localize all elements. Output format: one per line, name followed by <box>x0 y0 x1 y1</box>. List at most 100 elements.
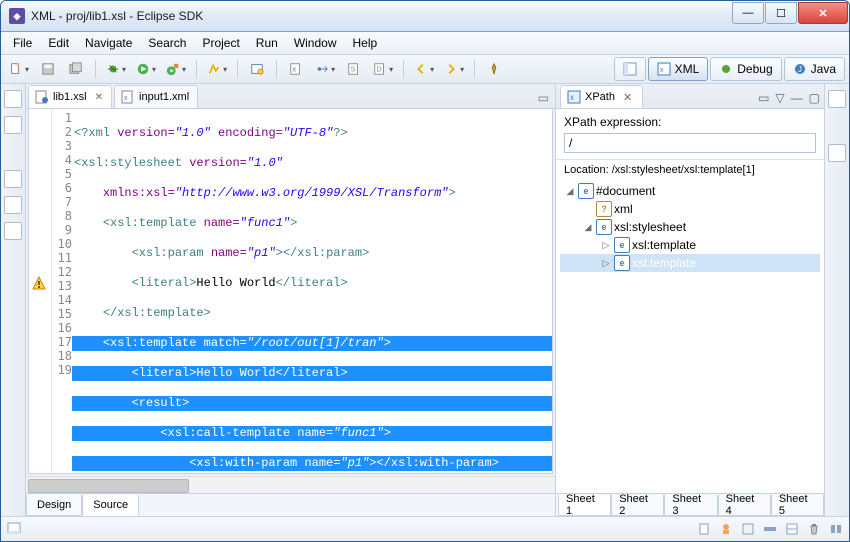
save-all-button[interactable] <box>63 58 89 80</box>
perspective-java[interactable]: JJava <box>784 57 845 81</box>
xpath-location: Location: /xsl:stylesheet/xsl:template[1… <box>556 160 824 180</box>
status-icon-2[interactable] <box>719 522 733 536</box>
run-button[interactable] <box>132 58 160 80</box>
menu-edit[interactable]: Edit <box>40 34 77 52</box>
sheet-tab-5[interactable]: Sheet 5 <box>771 495 824 516</box>
perspective-xml[interactable]: xXML <box>648 57 709 81</box>
maximize-editor-icon[interactable]: ▭ <box>538 91 549 105</box>
collapse-icon[interactable]: ◢ <box>564 186 576 197</box>
menu-file[interactable]: File <box>5 34 40 52</box>
status-icon-1[interactable] <box>697 522 711 536</box>
status-icon-4[interactable] <box>763 522 777 536</box>
tree-node-template-2[interactable]: ▷ e xsl:template <box>560 254 820 272</box>
status-icon-5[interactable] <box>785 522 799 536</box>
collapse-icon[interactable]: ◢ <box>582 222 594 233</box>
dtd-tool-button[interactable]: D <box>369 58 397 80</box>
menu-run[interactable]: Run <box>248 34 286 52</box>
design-tab[interactable]: Design <box>26 495 82 516</box>
pin-button[interactable] <box>481 58 507 80</box>
source-tab[interactable]: Source <box>82 495 139 516</box>
xpath-view-tab[interactable]: x XPath ✕ <box>560 85 643 108</box>
menu-navigate[interactable]: Navigate <box>77 34 140 52</box>
status-bar <box>1 516 849 541</box>
external-tools-button[interactable] <box>162 58 190 80</box>
element-icon: e <box>596 219 612 235</box>
warning-icon <box>32 276 46 290</box>
xpath-view-title: XPath <box>585 91 615 103</box>
tree-node-stylesheet[interactable]: ◢ e xsl:stylesheet <box>560 218 820 236</box>
stylesheets-icon[interactable] <box>4 222 22 240</box>
menu-help[interactable]: Help <box>345 34 386 52</box>
sheet-tab-4[interactable]: Sheet 4 <box>718 495 771 516</box>
location-value: /xsl:stylesheet/xsl:template[1] <box>612 164 755 176</box>
debug-button[interactable] <box>102 58 130 80</box>
xpath-tabstrip: x XPath ✕ ▭ ▽ — ▢ <box>556 84 824 109</box>
sheet-tab-3[interactable]: Sheet 3 <box>664 495 717 516</box>
view-toolbar: ▭ ▽ — ▢ <box>758 91 820 108</box>
editor: 12345678910111213141516171819 <?xml vers… <box>28 109 553 474</box>
xpath-expression-input[interactable] <box>564 133 816 153</box>
source-code[interactable]: <?xml version="1.0" encoding="UTF-8"?> <… <box>72 109 552 473</box>
editor-tab-lib1[interactable]: lib1.xsl ✕ <box>28 85 112 108</box>
perspective-debug[interactable]: Debug <box>710 57 781 81</box>
open-perspective-button[interactable] <box>614 57 646 81</box>
project-explorer-icon[interactable] <box>4 90 22 108</box>
tree-node-document[interactable]: ◢ e #document <box>560 182 820 200</box>
maximize-button[interactable]: ☐ <box>765 2 797 24</box>
xpath-tool-button[interactable]: x <box>283 58 309 80</box>
save-button[interactable] <box>35 58 61 80</box>
expand-icon[interactable]: ▷ <box>600 258 612 269</box>
editor-horizontal-scrollbar[interactable] <box>26 476 555 493</box>
status-icon-7[interactable] <box>829 522 843 536</box>
editor-tab-label: lib1.xsl <box>53 91 87 103</box>
svg-text:x: x <box>124 95 128 102</box>
outline-icon[interactable] <box>828 90 846 108</box>
view-menu-icon[interactable]: ▭ <box>758 91 769 105</box>
navigator-icon[interactable] <box>4 116 22 134</box>
menu-project[interactable]: Project <box>194 34 247 52</box>
menu-window[interactable]: Window <box>286 34 345 52</box>
xml-validate-button[interactable] <box>244 58 270 80</box>
editor-tab-input1[interactable]: x input1.xml <box>114 85 198 108</box>
window-controls: — ☐ ✕ <box>732 1 849 31</box>
status-icon-3[interactable] <box>741 522 755 536</box>
menu-bar: File Edit Navigate Search Project Run Wi… <box>1 32 849 55</box>
minimize-button[interactable]: — <box>732 2 764 24</box>
nav-back-button[interactable] <box>410 58 438 80</box>
snippets-icon[interactable] <box>4 196 22 214</box>
properties-icon[interactable] <box>828 144 846 162</box>
gc-icon[interactable] <box>807 522 821 536</box>
sheet-tab-1[interactable]: Sheet 1 <box>558 495 611 516</box>
xsl-tool-button[interactable] <box>311 58 339 80</box>
close-button[interactable]: ✕ <box>798 2 848 24</box>
element-icon: e <box>578 183 594 199</box>
fastview-icon[interactable] <box>7 522 21 536</box>
tree-node-xml[interactable]: ? xml <box>560 200 820 218</box>
app-icon: ◆ <box>9 8 25 24</box>
close-view-icon[interactable]: ✕ <box>623 91 632 104</box>
svg-text:x: x <box>570 93 574 102</box>
close-editor-icon[interactable]: ✕ <box>95 92 103 103</box>
menu-search[interactable]: Search <box>140 34 194 52</box>
nav-forward-button[interactable] <box>440 58 468 80</box>
schema-tool-button[interactable]: S <box>341 58 367 80</box>
maximize-view-icon[interactable]: ▢ <box>809 91 820 105</box>
workbench-body: lib1.xsl ✕ x input1.xml ▭ 1234567 <box>1 84 849 516</box>
tree-node-template-1[interactable]: ▷ e xsl:template <box>560 236 820 254</box>
right-trim <box>824 84 849 516</box>
expand-icon[interactable]: ▷ <box>600 240 612 251</box>
new-button[interactable] <box>5 58 33 80</box>
sheet-tab-2[interactable]: Sheet 2 <box>611 495 664 516</box>
xpath-result-tree[interactable]: ◢ e #document ? xml ◢ e xsl:stylesheet ▷… <box>556 180 824 493</box>
xpath-expression-label: XPath expression: <box>564 115 816 129</box>
editor-page-tabs: Design Source <box>26 493 555 516</box>
tree-label: #document <box>596 184 655 198</box>
view-dropdown-icon[interactable]: ▽ <box>775 91 784 105</box>
editor-area: lib1.xsl ✕ x input1.xml ▭ 1234567 <box>26 84 556 516</box>
line-number-gutter: 12345678910111213141516171819 <box>52 109 72 473</box>
templates-icon[interactable] <box>4 170 22 188</box>
tree-label: xsl:stylesheet <box>614 220 686 234</box>
minimize-view-icon[interactable]: — <box>791 91 803 105</box>
main-toolbar: x S D xXML Debug JJava <box>1 55 849 84</box>
search-button[interactable] <box>203 58 231 80</box>
